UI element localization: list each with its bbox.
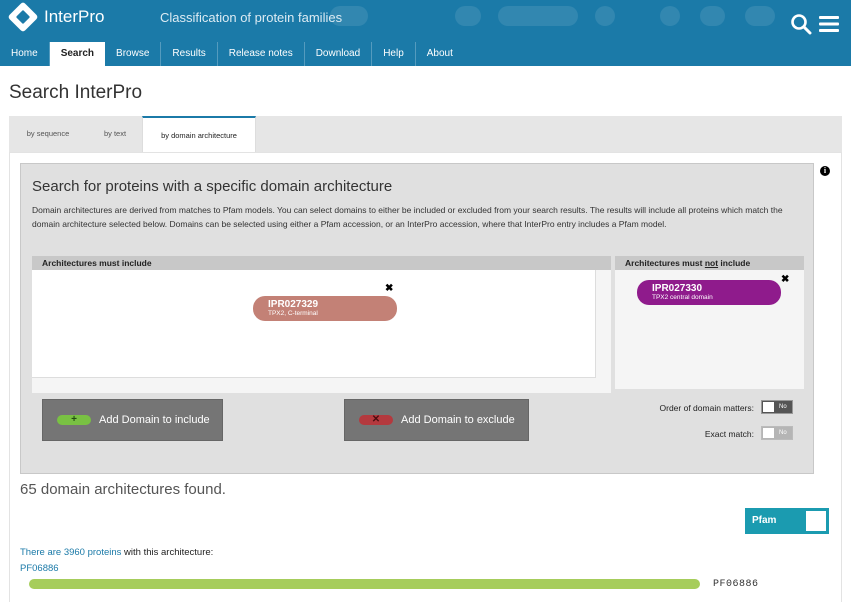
nav-download[interactable]: Download	[305, 42, 373, 66]
nav-search[interactable]: Search	[49, 42, 106, 66]
exclude-heading: Architectures must not include	[615, 256, 804, 270]
domain-name: TPX2 central domain	[652, 294, 713, 301]
header-decoration	[595, 6, 615, 26]
header-decoration	[745, 6, 775, 26]
add-domain-exclude-button[interactable]: ✕ Add Domain to exclude	[344, 399, 529, 441]
search-box-title: Search for proteins with a specific doma…	[32, 178, 393, 195]
header-decoration	[700, 6, 725, 26]
pfam-toggle[interactable]: Pfam	[745, 508, 829, 534]
nav-about[interactable]: About	[416, 42, 464, 66]
order-matters-toggle[interactable]: No	[761, 400, 793, 414]
protein-count-line: There are 3960 proteins with this archit…	[20, 547, 213, 558]
nav-results[interactable]: Results	[161, 42, 218, 66]
search-box-description: Domain architectures are derived from ma…	[32, 205, 783, 229]
result-count: 65 domain architectures found.	[20, 481, 226, 498]
remove-include-domain-icon[interactable]: ✖	[385, 283, 393, 294]
tab-by-sequence[interactable]: by sequence	[9, 116, 87, 152]
add-domain-include-button[interactable]: + Add Domain to include	[42, 399, 223, 441]
exclude-domain-icon: ✕	[359, 415, 393, 425]
domain-accession: IPR027330	[652, 283, 703, 294]
toggle-state: No	[779, 430, 787, 436]
toggle-knob	[763, 402, 774, 412]
tab-by-text[interactable]: by text	[87, 116, 143, 152]
include-panel: Architectures must include IPR027329 TPX…	[32, 256, 611, 393]
order-matters-label: Order of domain matters:	[659, 403, 754, 413]
header-decoration	[498, 6, 578, 26]
search-icon[interactable]	[790, 13, 812, 35]
include-domain-pill[interactable]: IPR027329 TPX2, C-terminal	[253, 296, 397, 321]
nav-help[interactable]: Help	[372, 42, 416, 66]
include-drop-area[interactable]: IPR027329 TPX2, C-terminal ✖	[32, 270, 596, 378]
pfam-toggle-label: Pfam	[752, 515, 777, 526]
tagline: Classification of protein families	[160, 10, 343, 25]
exclude-panel: Architectures must not include IPR027330…	[615, 256, 804, 389]
exclude-domain-pill[interactable]: IPR027330 TPX2 central domain	[637, 280, 781, 305]
exact-match-label: Exact match:	[704, 429, 754, 439]
tab-by-domain-architecture[interactable]: by domain architecture	[142, 116, 256, 153]
main-nav: Home Search Browse Results Release notes…	[0, 42, 464, 66]
add-exclude-label: Add Domain to exclude	[401, 414, 515, 426]
architecture-domain-bar[interactable]	[29, 579, 700, 589]
toggle-state: No	[779, 404, 787, 410]
page-title: Search InterPro	[9, 82, 143, 103]
architecture-link[interactable]: PF06886	[20, 563, 59, 574]
include-heading: Architectures must include	[32, 256, 611, 270]
logo-text: InterPro	[44, 7, 105, 26]
toggle-knob	[763, 428, 774, 438]
protein-count-link[interactable]: There are 3960 proteins	[20, 547, 121, 558]
remove-exclude-domain-icon[interactable]: ✖	[781, 274, 789, 285]
add-domain-icon: +	[57, 415, 91, 425]
domain-architecture-search-box: Search for proteins with a specific doma…	[20, 163, 814, 474]
info-icon[interactable]: i	[820, 166, 830, 176]
exact-match-toggle[interactable]: No	[761, 426, 793, 440]
header-decoration	[660, 6, 680, 26]
architecture-domain-label: PF06886	[713, 579, 759, 590]
nav-home[interactable]: Home	[0, 42, 50, 66]
header-decoration	[455, 6, 481, 26]
menu-icon[interactable]	[819, 15, 839, 33]
search-tabs: by sequence by text by domain architectu…	[9, 116, 842, 153]
add-include-label: Add Domain to include	[99, 414, 210, 426]
domain-accession: IPR027329	[268, 299, 319, 310]
domain-name: TPX2, C-terminal	[268, 310, 318, 317]
logo-icon	[7, 1, 39, 33]
toggle-knob	[806, 511, 826, 531]
masthead: InterPro Classification of protein famil…	[0, 0, 851, 66]
interpro-logo[interactable]: InterPro	[7, 1, 105, 33]
protein-count-suffix: with this architecture:	[121, 547, 214, 558]
nav-release-notes[interactable]: Release notes	[218, 42, 305, 66]
nav-browse[interactable]: Browse	[105, 42, 162, 66]
